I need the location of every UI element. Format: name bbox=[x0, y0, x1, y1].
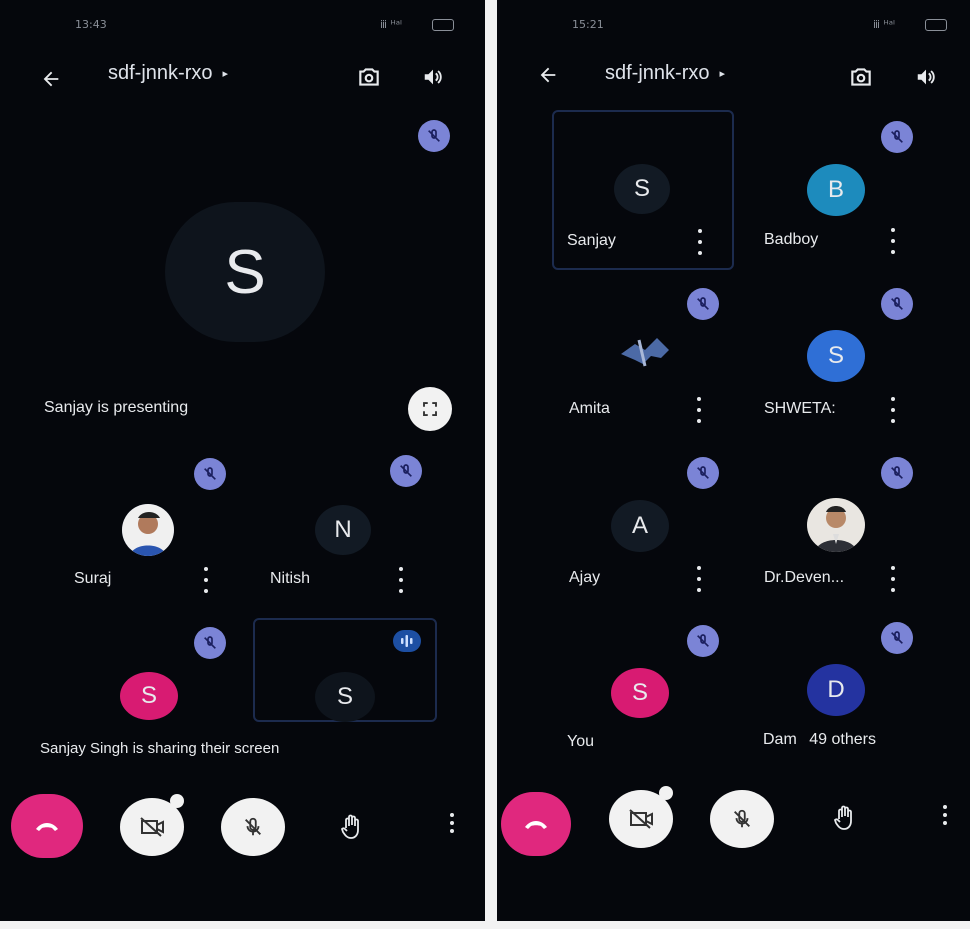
others-group[interactable]: Dam 49 others bbox=[763, 731, 876, 749]
more-vert-icon[interactable] bbox=[697, 229, 703, 255]
presenter-avatar: S bbox=[165, 202, 325, 342]
participant-name: Dr.Deven... bbox=[764, 569, 845, 586]
presenting-text: Sanjay is presenting bbox=[44, 399, 189, 416]
screen-share-text: Sanjay Singh is sharing their screen bbox=[40, 740, 280, 757]
participant-avatar: S bbox=[120, 672, 178, 720]
more-vert-icon[interactable] bbox=[890, 397, 896, 423]
caret-icon: ▸ bbox=[719, 68, 726, 81]
suraj-photo-avatar bbox=[122, 504, 174, 556]
participant-avatar: S bbox=[807, 330, 865, 382]
more-vert-icon[interactable] bbox=[696, 397, 702, 423]
active-speaker-tile[interactable]: S bbox=[253, 618, 437, 722]
dr-deven-photo-avatar bbox=[807, 498, 865, 552]
mic-toggle-button[interactable] bbox=[710, 790, 774, 848]
speaker-icon[interactable] bbox=[911, 62, 941, 92]
fullscreen-icon[interactable] bbox=[408, 387, 452, 431]
mic-off-icon bbox=[194, 627, 226, 659]
participant-avatar: S bbox=[315, 672, 375, 722]
status-dot bbox=[170, 794, 184, 808]
mic-off-icon bbox=[687, 625, 719, 657]
mic-off-icon bbox=[881, 457, 913, 489]
mic-off-icon bbox=[881, 288, 913, 320]
participant-name: Ajay bbox=[569, 569, 601, 586]
participant-avatar: D bbox=[807, 664, 865, 716]
more-vert-icon[interactable] bbox=[890, 228, 896, 254]
hangup-icon bbox=[36, 823, 58, 831]
hangup-button[interactable] bbox=[11, 794, 83, 858]
participant-tile-sanjay[interactable]: S Sanjay bbox=[552, 110, 734, 270]
right-phone-screen: 15:21 ⅲ ᴴᵃˡ sdf-jnnk-rxo ▸ S Sanjay B Bad… bbox=[497, 0, 970, 921]
participant-name: SHWETA: bbox=[764, 400, 836, 417]
back-arrow-icon[interactable] bbox=[36, 64, 66, 94]
status-time: 13:43 bbox=[75, 18, 107, 31]
participant-name: Dam bbox=[763, 731, 797, 748]
meeting-code: sdf-jnnk-rxo bbox=[605, 62, 710, 84]
speaker-icon[interactable] bbox=[418, 62, 448, 92]
mic-off-icon bbox=[734, 809, 750, 828]
more-options-icon[interactable] bbox=[449, 813, 455, 833]
participant-avatar: B bbox=[807, 164, 865, 216]
video-off-icon bbox=[629, 809, 653, 829]
participant-name: Amita bbox=[569, 400, 610, 417]
mic-off-icon bbox=[687, 288, 719, 320]
participant-avatar: S bbox=[611, 668, 669, 718]
more-vert-icon[interactable] bbox=[696, 566, 702, 592]
status-time: 15:21 bbox=[572, 18, 604, 31]
meeting-code: sdf-jnnk-rxo bbox=[108, 62, 213, 84]
more-vert-icon[interactable] bbox=[398, 567, 404, 593]
battery-icon bbox=[925, 19, 947, 31]
participant-avatar: N bbox=[315, 505, 371, 555]
audio-level-icon bbox=[393, 630, 421, 652]
participant-avatar: S bbox=[614, 164, 670, 214]
participant-name: Badboy bbox=[764, 231, 819, 248]
status-signal: ⅲ ᴴᵃˡ bbox=[380, 18, 402, 31]
raise-hand-button[interactable] bbox=[823, 796, 867, 840]
back-arrow-icon[interactable] bbox=[533, 60, 563, 90]
others-count: 49 others bbox=[809, 731, 876, 748]
mic-off-icon bbox=[245, 817, 261, 836]
caret-icon: ▸ bbox=[222, 68, 229, 81]
amita-photo-avatar bbox=[617, 332, 673, 376]
participant-name: Nitish bbox=[270, 570, 311, 587]
status-signal: ⅲ ᴴᵃˡ bbox=[873, 18, 895, 31]
mic-off-icon bbox=[881, 622, 913, 654]
hangup-button[interactable] bbox=[501, 792, 571, 856]
more-options-icon[interactable] bbox=[942, 805, 948, 825]
mic-off-icon bbox=[881, 121, 913, 153]
participant-avatar: A bbox=[611, 500, 669, 552]
camera-switch-icon[interactable] bbox=[844, 60, 878, 94]
participant-name: Sanjay bbox=[567, 232, 616, 249]
battery-icon bbox=[432, 19, 454, 31]
mic-toggle-button[interactable] bbox=[221, 798, 285, 856]
meeting-code-title[interactable]: sdf-jnnk-rxo ▸ bbox=[605, 62, 725, 85]
raise-hand-icon bbox=[340, 814, 359, 839]
raise-hand-button[interactable] bbox=[330, 805, 374, 849]
video-off-icon bbox=[140, 817, 164, 837]
mic-off-icon bbox=[418, 120, 450, 152]
mic-off-icon bbox=[687, 457, 719, 489]
participant-name: Suraj bbox=[74, 570, 112, 587]
camera-switch-icon[interactable] bbox=[352, 60, 386, 94]
mic-off-icon bbox=[390, 455, 422, 487]
status-dot bbox=[659, 786, 673, 800]
more-vert-icon[interactable] bbox=[890, 566, 896, 592]
hangup-icon bbox=[525, 821, 547, 829]
participant-name: You bbox=[567, 733, 594, 750]
raise-hand-icon bbox=[833, 805, 852, 830]
left-phone-screen: 13:43 ⅲ ᴴᵃˡ sdf-jnnk-rxo ▸ S Sanjay is pr… bbox=[0, 0, 485, 921]
meeting-code-title[interactable]: sdf-jnnk-rxo ▸ bbox=[108, 62, 228, 85]
more-vert-icon[interactable] bbox=[203, 567, 209, 593]
mic-off-icon bbox=[194, 458, 226, 490]
